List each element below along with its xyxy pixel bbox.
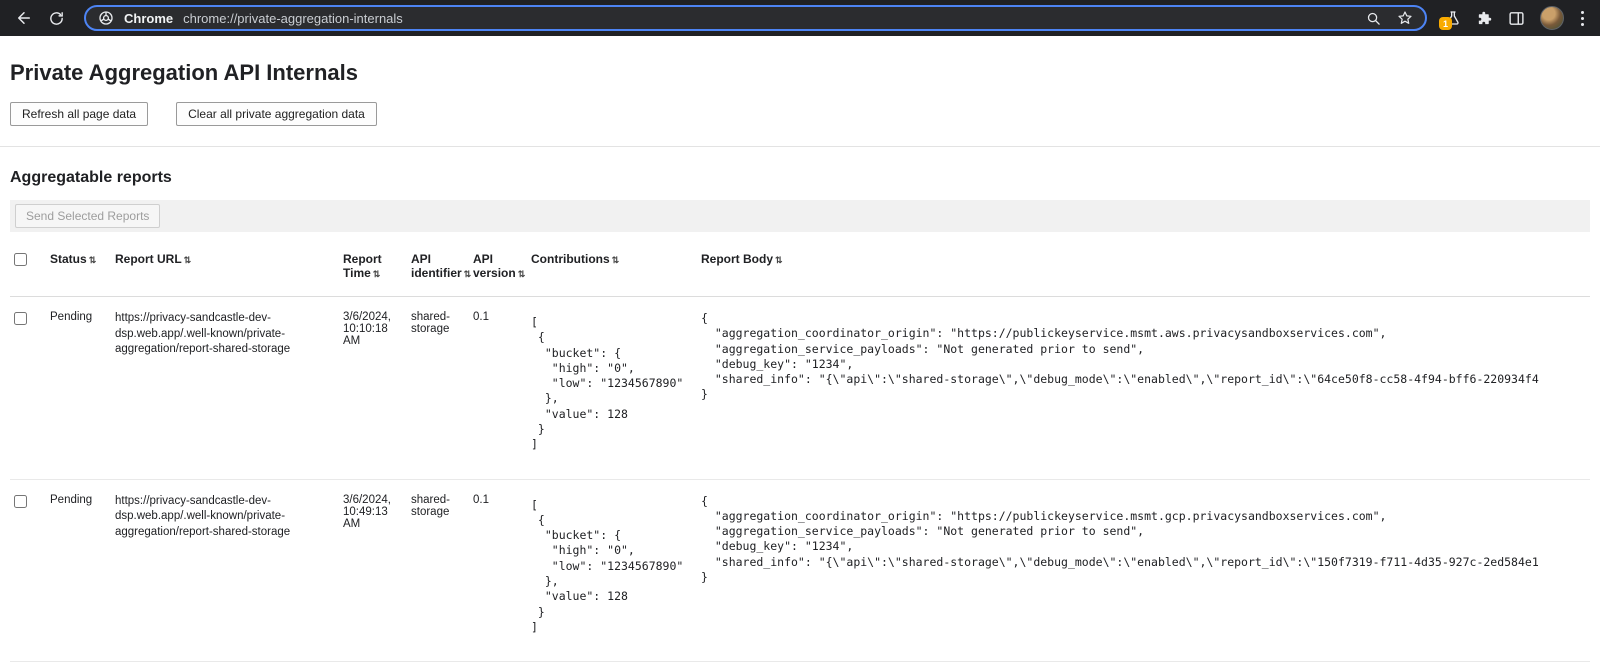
page-content: Private Aggregation API Internals Refres… <box>0 60 1600 662</box>
reload-icon <box>48 10 65 27</box>
profile-avatar[interactable] <box>1540 6 1564 30</box>
table-row: Pending https://privacy-sandcastle-dev-d… <box>10 297 1590 480</box>
section-title: Aggregatable reports <box>10 169 1590 187</box>
clear-all-button[interactable]: Clear all private aggregation data <box>176 102 377 126</box>
reports-table: Status⇅ Report URL⇅ Report Time⇅ API ide… <box>10 240 1590 662</box>
api-identifier-cell: shared-storage <box>411 297 473 480</box>
col-header-report-body[interactable]: Report Body⇅ <box>701 240 1590 297</box>
sort-icon: ⇅ <box>518 269 526 279</box>
labs-button[interactable]: 1 <box>1445 10 1461 26</box>
omnibox[interactable]: Chrome chrome://private-aggregation-inte… <box>84 5 1427 31</box>
checkbox-cell <box>10 297 50 480</box>
send-selected-reports-button[interactable]: Send Selected Reports <box>15 204 160 228</box>
row-checkbox[interactable] <box>14 495 27 508</box>
refresh-all-button[interactable]: Refresh all page data <box>10 102 148 126</box>
chrome-logo-icon <box>98 10 114 26</box>
status-cell: Pending <box>50 297 115 480</box>
omnibox-product-label: Chrome <box>124 11 173 26</box>
report-body-json: { "aggregation_coordinator_origin": "htt… <box>701 311 1578 403</box>
omnibox-url-text[interactable]: chrome://private-aggregation-internals <box>183 11 403 26</box>
contributions-json: [ { "bucket": { "high": "0", "low": "123… <box>531 315 689 453</box>
bookmark-star-icon[interactable] <box>1397 10 1413 26</box>
table-header-row: Status⇅ Report URL⇅ Report Time⇅ API ide… <box>10 240 1590 297</box>
col-header-api-identifier[interactable]: API identifier⇅ <box>411 240 473 297</box>
sort-icon: ⇅ <box>612 255 620 265</box>
api-version-cell: 0.1 <box>473 297 531 480</box>
contributions-cell: [ { "bucket": { "high": "0", "low": "123… <box>531 297 701 480</box>
section-divider <box>0 146 1600 147</box>
col-header-api-version[interactable]: API version⇅ <box>473 240 531 297</box>
col-header-report-time[interactable]: Report Time⇅ <box>343 240 411 297</box>
col-header-contributions[interactable]: Contributions⇅ <box>531 240 701 297</box>
sort-icon: ⇅ <box>184 255 192 265</box>
labs-badge: 1 <box>1439 17 1452 30</box>
col-header-status[interactable]: Status⇅ <box>50 240 115 297</box>
report-body-cell: { "aggregation_coordinator_origin": "htt… <box>701 479 1590 662</box>
report-time-cell: 3/6/2024, 10:10:18 AM <box>343 297 411 480</box>
report-url-cell: https://privacy-sandcastle-dev-dsp.web.a… <box>115 479 343 662</box>
col-header-report-url[interactable]: Report URL⇅ <box>115 240 343 297</box>
report-body-cell: { "aggregation_coordinator_origin": "htt… <box>701 297 1590 480</box>
status-cell: Pending <box>50 479 115 662</box>
extensions-puzzle-icon[interactable] <box>1476 10 1493 27</box>
row-checkbox[interactable] <box>14 312 27 325</box>
browser-menu-button[interactable] <box>1579 9 1586 28</box>
side-panel-icon[interactable] <box>1508 10 1525 27</box>
select-all-header-cell <box>10 240 50 297</box>
browser-toolbar: Chrome chrome://private-aggregation-inte… <box>0 0 1600 36</box>
sort-icon: ⇅ <box>373 269 381 279</box>
api-identifier-cell: shared-storage <box>411 479 473 662</box>
report-time-cell: 3/6/2024, 10:49:13 AM <box>343 479 411 662</box>
contributions-cell: [ { "bucket": { "high": "0", "low": "123… <box>531 479 701 662</box>
api-version-cell: 0.1 <box>473 479 531 662</box>
checkbox-cell <box>10 479 50 662</box>
contributions-json: [ { "bucket": { "high": "0", "low": "123… <box>531 498 689 636</box>
page-title: Private Aggregation API Internals <box>10 60 1590 86</box>
toolbar-right-cluster: 1 <box>1441 6 1590 30</box>
back-arrow-icon <box>15 9 33 27</box>
send-reports-bar: Send Selected Reports <box>10 200 1590 232</box>
select-all-checkbox[interactable] <box>14 253 27 266</box>
report-body-json: { "aggregation_coordinator_origin": "htt… <box>701 494 1578 586</box>
back-button[interactable] <box>10 4 38 32</box>
sort-icon: ⇅ <box>89 255 97 265</box>
search-icon[interactable] <box>1366 11 1381 26</box>
table-row: Pending https://privacy-sandcastle-dev-d… <box>10 479 1590 662</box>
top-actions: Refresh all page data Clear all private … <box>10 102 1590 126</box>
reload-button[interactable] <box>42 4 70 32</box>
report-url-cell: https://privacy-sandcastle-dev-dsp.web.a… <box>115 297 343 480</box>
sort-icon: ⇅ <box>464 269 472 279</box>
sort-icon: ⇅ <box>775 255 783 265</box>
